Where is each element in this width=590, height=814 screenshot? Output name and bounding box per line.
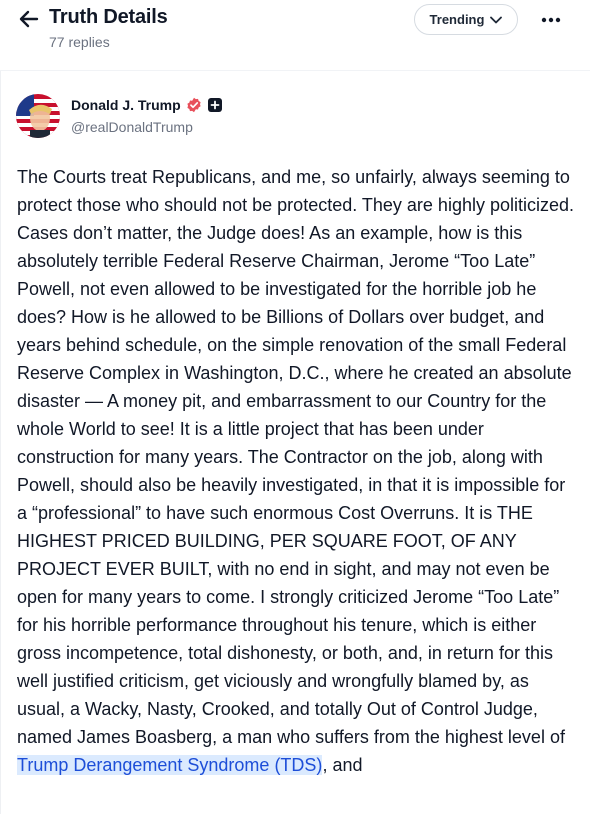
- post-text-end: , and: [322, 755, 363, 775]
- avatar[interactable]: [16, 94, 60, 138]
- more-options-button[interactable]: [536, 8, 566, 32]
- author-row: Donald J. Trump: [71, 97, 223, 113]
- verified-badge-icon: [186, 97, 202, 113]
- post-text: The Courts treat Republicans, and me, so…: [17, 167, 575, 747]
- page-header: Truth Details 77 replies Trending: [0, 0, 590, 71]
- sort-dropdown[interactable]: Trending: [414, 4, 518, 35]
- chevron-down-icon: [490, 16, 503, 23]
- post-body: The Courts treat Republicans, and me, so…: [17, 163, 577, 779]
- author-handle[interactable]: @realDonaldTrump: [71, 119, 193, 135]
- avatar-image: [16, 94, 60, 138]
- author-name[interactable]: Donald J. Trump: [71, 97, 181, 113]
- more-horizontal-icon: [541, 17, 561, 23]
- back-button[interactable]: [17, 7, 41, 31]
- page-title: Truth Details: [49, 6, 168, 28]
- reply-count: 77 replies: [49, 34, 110, 50]
- content-divider: [0, 70, 1, 814]
- highlighted-phrase[interactable]: Trump Derangement Syndrome (TDS): [17, 755, 323, 775]
- sort-label: Trending: [429, 12, 485, 27]
- plus-badge-icon: [207, 97, 223, 113]
- arrow-left-icon: [19, 10, 39, 28]
